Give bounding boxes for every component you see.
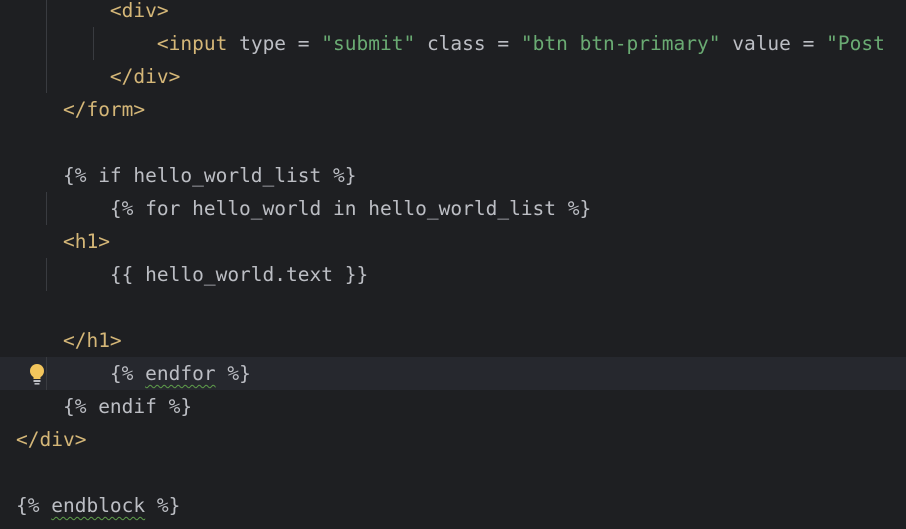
code-token: </form> bbox=[62, 98, 146, 121]
code-token: = bbox=[497, 32, 521, 55]
code-token: = bbox=[297, 32, 322, 55]
code-line[interactable]: </h1> bbox=[0, 324, 906, 357]
code-token: {% for hello_world in hello_world_list %… bbox=[109, 197, 592, 220]
code-token: </div> bbox=[16, 428, 87, 451]
code-token: = bbox=[802, 32, 827, 55]
code-text: </form> bbox=[16, 93, 145, 126]
code-line[interactable]: <input type = "submit" class = "btn btn-… bbox=[0, 27, 906, 60]
lightbulb-icon[interactable] bbox=[27, 362, 47, 386]
code-text: {% if hello_world_list %} bbox=[16, 159, 357, 192]
code-token: {% bbox=[16, 494, 52, 517]
code-token: %} bbox=[215, 362, 251, 385]
code-text: <h1> bbox=[16, 225, 110, 258]
code-editor[interactable]: <div> <input type = "submit" class = "bt… bbox=[0, 0, 906, 529]
code-line[interactable]: {% if hello_world_list %} bbox=[0, 159, 906, 192]
code-line[interactable] bbox=[0, 291, 906, 324]
code-line[interactable]: {% endfor %} bbox=[0, 357, 906, 390]
code-token: </div> bbox=[109, 65, 181, 88]
code-text: {% endfor %} bbox=[16, 357, 251, 390]
code-token: </h1> bbox=[62, 329, 122, 352]
code-line[interactable]: {{ hello_world.text }} bbox=[0, 258, 906, 291]
code-line[interactable] bbox=[0, 126, 906, 159]
code-token: endfor bbox=[145, 362, 216, 385]
code-token: <div> bbox=[109, 0, 169, 22]
code-text: </div> bbox=[16, 423, 86, 456]
code-token: class bbox=[415, 32, 498, 55]
code-line[interactable]: </div> bbox=[0, 423, 906, 456]
code-token: {{ hello_world.text }} bbox=[109, 263, 369, 286]
code-token: "submit" bbox=[321, 32, 416, 55]
code-token: %} bbox=[145, 494, 181, 517]
code-line[interactable]: {% for hello_world in hello_world_list %… bbox=[0, 192, 906, 225]
code-text: </h1> bbox=[16, 324, 122, 357]
code-line[interactable]: {% endif %} bbox=[0, 390, 906, 423]
code-line[interactable]: {% endblock %} bbox=[0, 489, 906, 522]
code-text: {% endif %} bbox=[16, 390, 192, 423]
code-token: "btn btn-primary" bbox=[520, 32, 721, 55]
code-line[interactable]: </form> bbox=[0, 93, 906, 126]
code-token: "Post bbox=[826, 32, 885, 55]
code-token: endblock bbox=[51, 494, 146, 517]
code-text: <input type = "submit" class = "btn btn-… bbox=[16, 27, 885, 60]
code-token: {% if hello_world_list %} bbox=[62, 164, 357, 187]
code-token: <input bbox=[156, 32, 228, 55]
code-text: {{ hello_world.text }} bbox=[16, 258, 368, 291]
code-line[interactable] bbox=[0, 456, 906, 489]
code-line[interactable]: <div> bbox=[0, 0, 906, 27]
code-line[interactable]: </div> bbox=[0, 60, 906, 93]
code-token: <h1> bbox=[62, 230, 110, 253]
code-text: </div> bbox=[16, 60, 180, 93]
code-text: {% for hello_world in hello_world_list %… bbox=[16, 192, 591, 225]
code-text: {% endblock %} bbox=[16, 489, 180, 522]
code-line[interactable]: <h1> bbox=[0, 225, 906, 258]
code-token: type bbox=[227, 32, 298, 55]
code-text: <div> bbox=[16, 0, 169, 27]
code-token: {% endif %} bbox=[62, 395, 193, 418]
code-token: {% bbox=[109, 362, 146, 385]
code-token: value bbox=[720, 32, 803, 55]
